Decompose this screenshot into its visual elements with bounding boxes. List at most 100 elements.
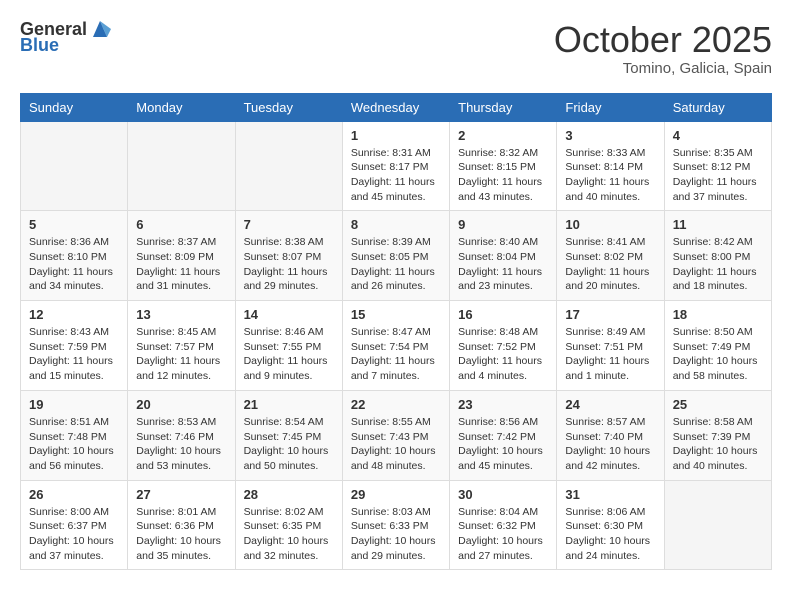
calendar-cell: 7 Sunrise: 8:38 AMSunset: 8:07 PMDaylight… [235, 211, 342, 301]
calendar-cell [128, 121, 235, 211]
calendar-week-row: 19 Sunrise: 8:51 AMSunset: 7:48 PMDayligh… [21, 390, 772, 480]
day-number: 7 [244, 217, 334, 232]
day-info: Sunrise: 8:53 AMSunset: 7:46 PMDaylight:… [136, 415, 226, 474]
calendar-cell: 11Sunrise: 8:42 AMSunset: 8:00 PMDayligh… [664, 211, 771, 301]
day-info: Sunrise: 8:37 AMSunset: 8:09 PMDaylight:… [136, 235, 226, 294]
calendar-day-header: Friday [557, 93, 664, 121]
day-number: 31 [565, 487, 655, 502]
day-info: Sunrise: 8:38 AMSunset: 8:07 PMDaylight:… [244, 235, 334, 294]
calendar-cell: 29Sunrise: 8:03 AMSunset: 6:33 PMDayligh… [342, 480, 449, 570]
day-info: Sunrise: 8:49 AMSunset: 7:51 PMDaylight:… [565, 325, 655, 384]
day-number: 4 [673, 128, 763, 143]
calendar-cell: 16 Sunrise: 8:48 AMSunset: 7:52 PMDayligh… [450, 301, 557, 391]
calendar-week-row: 12 Sunrise: 8:43 AMSunset: 7:59 PMDayligh… [21, 301, 772, 391]
calendar-day-header: Sunday [21, 93, 128, 121]
calendar-cell: 4Sunrise: 8:35 AMSunset: 8:12 PMDaylight… [664, 121, 771, 211]
calendar-day-header: Wednesday [342, 93, 449, 121]
day-info: Sunrise: 8:54 AMSunset: 7:45 PMDaylight:… [244, 415, 334, 474]
calendar-cell: 10Sunrise: 8:41 AMSunset: 8:02 PMDayligh… [557, 211, 664, 301]
logo-icon [89, 19, 111, 39]
calendar-cell: 24 Sunrise: 8:57 AMSunset: 7:40 PMDayligh… [557, 390, 664, 480]
calendar-week-row: 5Sunrise: 8:36 AMSunset: 8:10 PMDaylight… [21, 211, 772, 301]
day-number: 19 [29, 397, 119, 412]
day-info: Sunrise: 8:03 AMSunset: 6:33 PMDaylight:… [351, 505, 441, 564]
calendar-cell: 14 Sunrise: 8:46 AMSunset: 7:55 PMDayligh… [235, 301, 342, 391]
day-number: 26 [29, 487, 119, 502]
calendar-cell: 9 Sunrise: 8:40 AMSunset: 8:04 PMDaylight… [450, 211, 557, 301]
calendar-header-row: SundayMondayTuesdayWednesdayThursdayFrid… [21, 93, 772, 121]
page-header: General Blue October 2025 Tomino, Galici… [20, 20, 772, 77]
day-number: 8 [351, 217, 441, 232]
day-info: Sunrise: 8:00 AMSunset: 6:37 PMDaylight:… [29, 505, 119, 564]
title-section: October 2025 Tomino, Galicia, Spain [554, 20, 772, 77]
day-info: Sunrise: 8:41 AMSunset: 8:02 PMDaylight:… [565, 235, 655, 294]
calendar-cell: 25Sunrise: 8:58 AMSunset: 7:39 PMDayligh… [664, 390, 771, 480]
calendar-cell: 12 Sunrise: 8:43 AMSunset: 7:59 PMDayligh… [21, 301, 128, 391]
day-number: 23 [458, 397, 548, 412]
day-info: Sunrise: 8:51 AMSunset: 7:48 PMDaylight:… [29, 415, 119, 474]
calendar-cell: 28 Sunrise: 8:02 AMSunset: 6:35 PMDayligh… [235, 480, 342, 570]
day-info: Sunrise: 8:43 AMSunset: 7:59 PMDaylight:… [29, 325, 119, 384]
day-number: 20 [136, 397, 226, 412]
day-info: Sunrise: 8:55 AMSunset: 7:43 PMDaylight:… [351, 415, 441, 474]
day-number: 22 [351, 397, 441, 412]
day-info: Sunrise: 8:42 AMSunset: 8:00 PMDaylight:… [673, 235, 763, 294]
day-info: Sunrise: 8:06 AMSunset: 6:30 PMDaylight:… [565, 505, 655, 564]
day-number: 16 [458, 307, 548, 322]
day-number: 1 [351, 128, 441, 143]
calendar-cell: 5Sunrise: 8:36 AMSunset: 8:10 PMDaylight… [21, 211, 128, 301]
day-number: 14 [244, 307, 334, 322]
location-text: Tomino, Galicia, Spain [554, 60, 772, 77]
logo: General Blue [20, 20, 111, 56]
day-info: Sunrise: 8:50 AMSunset: 7:49 PMDaylight:… [673, 325, 763, 384]
calendar-cell: 8 Sunrise: 8:39 AMSunset: 8:05 PMDaylight… [342, 211, 449, 301]
calendar-cell: 22 Sunrise: 8:55 AMSunset: 7:43 PMDayligh… [342, 390, 449, 480]
calendar-cell: 13 Sunrise: 8:45 AMSunset: 7:57 PMDayligh… [128, 301, 235, 391]
calendar-cell: 6 Sunrise: 8:37 AMSunset: 8:09 PMDaylight… [128, 211, 235, 301]
day-number: 27 [136, 487, 226, 502]
calendar-cell: 15 Sunrise: 8:47 AMSunset: 7:54 PMDayligh… [342, 301, 449, 391]
calendar-cell: 17Sunrise: 8:49 AMSunset: 7:51 PMDayligh… [557, 301, 664, 391]
calendar-cell [664, 480, 771, 570]
day-info: Sunrise: 8:01 AMSunset: 6:36 PMDaylight:… [136, 505, 226, 564]
day-number: 12 [29, 307, 119, 322]
calendar-cell: 20 Sunrise: 8:53 AMSunset: 7:46 PMDayligh… [128, 390, 235, 480]
day-info: Sunrise: 8:58 AMSunset: 7:39 PMDaylight:… [673, 415, 763, 474]
day-info: Sunrise: 8:45 AMSunset: 7:57 PMDaylight:… [136, 325, 226, 384]
day-number: 5 [29, 217, 119, 232]
day-number: 28 [244, 487, 334, 502]
day-info: Sunrise: 8:48 AMSunset: 7:52 PMDaylight:… [458, 325, 548, 384]
calendar-cell: 1 Sunrise: 8:31 AMSunset: 8:17 PMDaylight… [342, 121, 449, 211]
calendar-cell: 30Sunrise: 8:04 AMSunset: 6:32 PMDayligh… [450, 480, 557, 570]
calendar-week-row: 1 Sunrise: 8:31 AMSunset: 8:17 PMDaylight… [21, 121, 772, 211]
day-number: 13 [136, 307, 226, 322]
calendar-day-header: Saturday [664, 93, 771, 121]
day-info: Sunrise: 8:46 AMSunset: 7:55 PMDaylight:… [244, 325, 334, 384]
calendar-day-header: Thursday [450, 93, 557, 121]
day-number: 15 [351, 307, 441, 322]
day-info: Sunrise: 8:57 AMSunset: 7:40 PMDaylight:… [565, 415, 655, 474]
day-info: Sunrise: 8:56 AMSunset: 7:42 PMDaylight:… [458, 415, 548, 474]
day-info: Sunrise: 8:31 AMSunset: 8:17 PMDaylight:… [351, 146, 441, 205]
day-info: Sunrise: 8:47 AMSunset: 7:54 PMDaylight:… [351, 325, 441, 384]
day-number: 24 [565, 397, 655, 412]
day-number: 3 [565, 128, 655, 143]
calendar-day-header: Monday [128, 93, 235, 121]
calendar-day-header: Tuesday [235, 93, 342, 121]
day-number: 9 [458, 217, 548, 232]
month-title: October 2025 [554, 20, 772, 60]
day-info: Sunrise: 8:32 AMSunset: 8:15 PMDaylight:… [458, 146, 548, 205]
day-number: 2 [458, 128, 548, 143]
calendar-cell: 31 Sunrise: 8:06 AMSunset: 6:30 PMDayligh… [557, 480, 664, 570]
calendar-cell: 27 Sunrise: 8:01 AMSunset: 6:36 PMDayligh… [128, 480, 235, 570]
calendar-cell: 2 Sunrise: 8:32 AMSunset: 8:15 PMDaylight… [450, 121, 557, 211]
day-info: Sunrise: 8:39 AMSunset: 8:05 PMDaylight:… [351, 235, 441, 294]
calendar-table: SundayMondayTuesdayWednesdayThursdayFrid… [20, 93, 772, 571]
day-number: 6 [136, 217, 226, 232]
day-info: Sunrise: 8:40 AMSunset: 8:04 PMDaylight:… [458, 235, 548, 294]
day-info: Sunrise: 8:02 AMSunset: 6:35 PMDaylight:… [244, 505, 334, 564]
day-info: Sunrise: 8:33 AMSunset: 8:14 PMDaylight:… [565, 146, 655, 205]
day-number: 21 [244, 397, 334, 412]
day-info: Sunrise: 8:04 AMSunset: 6:32 PMDaylight:… [458, 505, 548, 564]
calendar-cell: 21 Sunrise: 8:54 AMSunset: 7:45 PMDayligh… [235, 390, 342, 480]
